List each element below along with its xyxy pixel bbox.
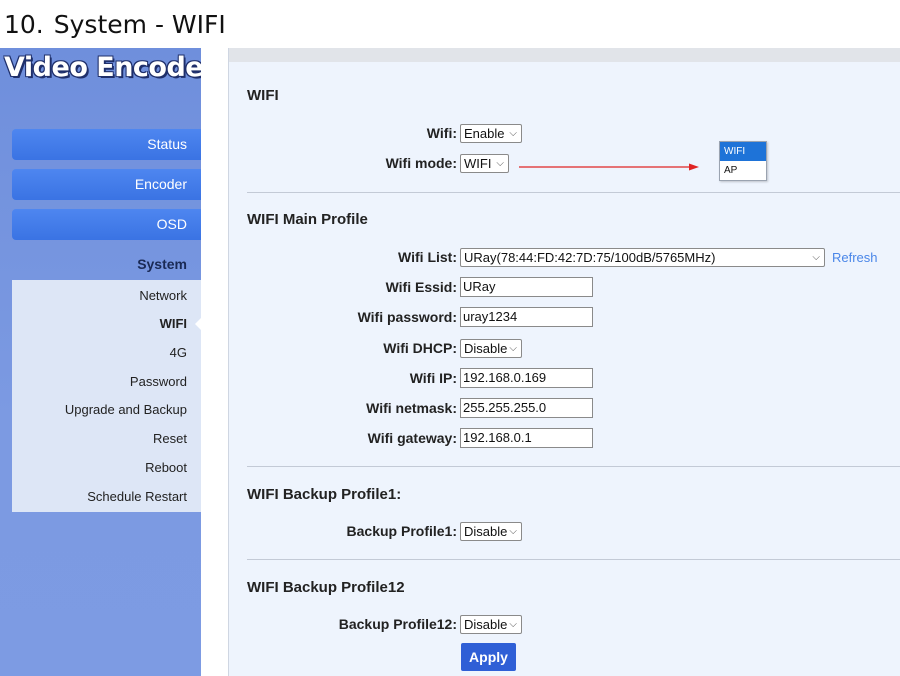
wifi-essid-label: Wifi Essid:: [385, 279, 457, 295]
backup1-label: Backup Profile1:: [346, 523, 457, 539]
wifi-gateway-input[interactable]: 192.168.0.1: [460, 428, 593, 448]
sub-item-network[interactable]: Network: [139, 288, 187, 303]
sub-item-password[interactable]: Password: [130, 374, 187, 389]
wifi-mode-value: WIFI: [464, 156, 492, 171]
wifi-dhcp-select[interactable]: Disable ⌵: [460, 339, 522, 358]
backup12-label: Backup Profile12:: [338, 616, 457, 632]
chevron-down-icon: ⌵: [509, 526, 517, 537]
nav-section-system[interactable]: System: [12, 256, 201, 272]
chevron-down-icon: ⌵: [812, 252, 820, 263]
sub-item-schedule-restart[interactable]: Schedule Restart: [87, 489, 187, 504]
wifi-essid-input[interactable]: URay: [460, 277, 593, 297]
divider: [247, 559, 900, 560]
wifi-mode-select[interactable]: WIFI ⌵: [460, 154, 509, 173]
wifi-mode-option-wifi[interactable]: WIFI: [720, 142, 766, 161]
sub-item-wifi[interactable]: WIFI: [160, 316, 187, 331]
wifi-dhcp-value: Disable: [464, 341, 508, 356]
annotation-arrow: [519, 163, 699, 171]
sub-item-4g[interactable]: 4G: [170, 345, 187, 360]
wifi-ip-label: Wifi IP:: [409, 370, 457, 386]
wifi-password-input[interactable]: uray1234: [460, 307, 593, 327]
wifi-mode-options-popup: WIFI AP: [719, 141, 767, 181]
nav-status-button[interactable]: Status: [12, 129, 201, 160]
wifi-netmask-label: Wifi netmask:: [366, 400, 457, 416]
chevron-down-icon: ⌵: [509, 343, 517, 354]
chevron-down-icon: ⌵: [509, 128, 517, 139]
backup12-select[interactable]: Disable ⌵: [460, 615, 522, 634]
doc-heading: 10. System - WIFI: [4, 10, 226, 39]
nav-osd-button[interactable]: OSD: [12, 209, 201, 240]
sub-item-reset[interactable]: Reset: [153, 431, 187, 446]
backup1-select[interactable]: Disable ⌵: [460, 522, 522, 541]
sub-item-upgrade-backup[interactable]: Upgrade and Backup: [65, 402, 187, 417]
system-sub-menu: Network WIFI 4G Password Upgrade and Bac…: [12, 280, 201, 512]
content-gutter: [201, 48, 229, 676]
main-content: WIFI Wifi: Enable ⌵ Wifi mode: WIFI ⌵ WIFI…: [229, 48, 900, 676]
backup1-title: WIFI Backup Profile1:: [247, 486, 402, 503]
doc-heading-number: 10.: [4, 10, 44, 39]
wifi-ip-input[interactable]: 192.168.0.169: [460, 368, 593, 388]
wifi-netmask-input[interactable]: 255.255.255.0: [460, 398, 593, 418]
sidebar: Video Encoder Status Encoder OSD System …: [0, 48, 216, 676]
chevron-down-icon: ⌵: [509, 619, 517, 630]
backup12-value: Disable: [464, 617, 508, 632]
wifi-list-label: Wifi List:: [398, 249, 457, 265]
apply-button[interactable]: Apply: [461, 643, 516, 671]
wifi-enable-value: Enable: [464, 126, 505, 141]
nav-encoder-button[interactable]: Encoder: [12, 169, 201, 200]
wifi-gateway-label: Wifi gateway:: [367, 430, 457, 446]
wifi-mode-option-ap[interactable]: AP: [720, 161, 766, 180]
wifi-mode-label: Wifi mode:: [385, 155, 457, 171]
backup12-title: WIFI Backup Profile12: [247, 579, 405, 596]
sub-item-reboot[interactable]: Reboot: [145, 460, 187, 475]
main-profile-title: WIFI Main Profile: [247, 211, 368, 228]
wifi-password-label: Wifi password:: [357, 309, 457, 325]
divider: [247, 192, 900, 193]
wifi-list-value: URay(78:44:FD:42:7D:75/100dB/5765MHz): [464, 250, 716, 265]
wifi-enable-select[interactable]: Enable ⌵: [460, 124, 522, 143]
refresh-link[interactable]: Refresh: [832, 250, 878, 265]
divider: [247, 466, 900, 467]
backup1-value: Disable: [464, 524, 508, 539]
wifi-list-select[interactable]: URay(78:44:FD:42:7D:75/100dB/5765MHz) ⌵: [460, 248, 825, 267]
wifi-dhcp-label: Wifi DHCP:: [383, 340, 457, 356]
chevron-down-icon: ⌵: [496, 158, 504, 169]
wifi-section-title: WIFI: [247, 87, 279, 104]
logo: Video Encoder: [4, 52, 216, 83]
wifi-label: Wifi:: [426, 125, 457, 141]
doc-heading-title: System - WIFI: [53, 10, 226, 39]
